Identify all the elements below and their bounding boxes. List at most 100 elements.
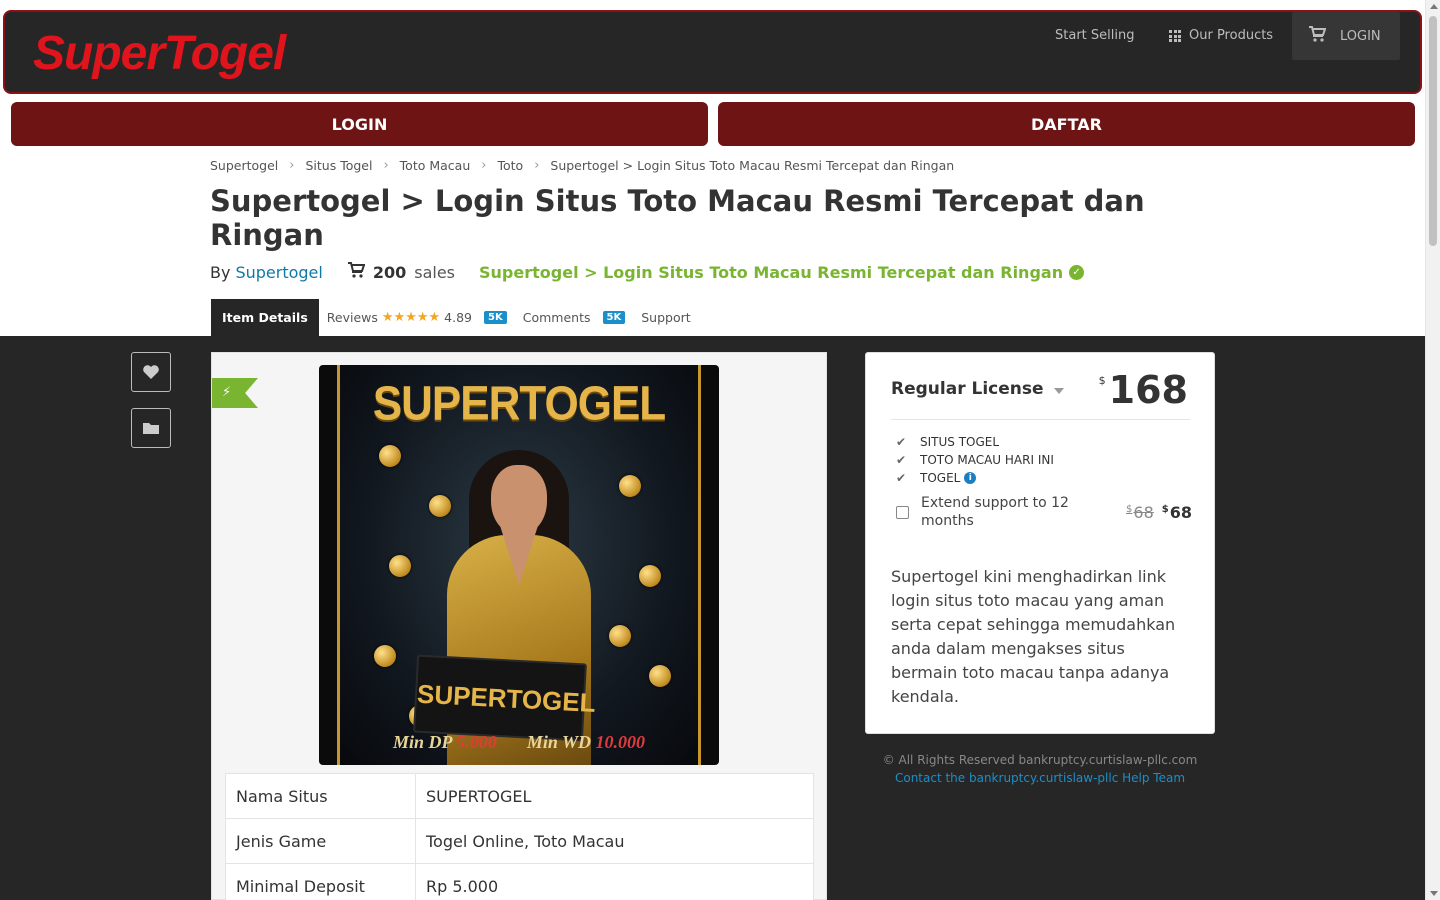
min-dp-value: 5.000 — [456, 732, 497, 752]
folder-icon — [143, 423, 159, 434]
item-tabs: Item Details Reviews ★★★★★ 4.89 5K Comme… — [211, 299, 699, 336]
table-row: Nama Situs SUPERTOGEL — [225, 773, 814, 819]
feature-label: SITUS TOGEL — [920, 435, 1000, 449]
info-icon[interactable]: i — [964, 472, 977, 484]
coin-icon — [649, 665, 671, 687]
reviews-count-badge: 5K — [484, 311, 507, 324]
table-row: Jenis Game Togel Online, Toto Macau — [225, 818, 814, 864]
extend-prices: $68 $68 — [1126, 503, 1192, 522]
comments-count-badge: 5K — [602, 311, 626, 324]
verified-title-text: Supertogel > Login Situs Toto Macau Resm… — [479, 262, 1064, 282]
author-link[interactable]: Supertogel — [235, 263, 322, 282]
table-value: SUPERTOGEL — [415, 773, 814, 819]
top-header: SuperTogel Start Selling Our Products LO… — [3, 10, 1422, 94]
feature-item: ✔ TOGEL i — [896, 469, 1054, 487]
extend-support-row: Extend support to 12 months $68 $68 — [896, 494, 1192, 530]
min-wd-value: 10.000 — [595, 732, 646, 752]
chevron-right-icon: › — [383, 158, 389, 173]
collection-button[interactable] — [131, 408, 171, 448]
min-wd-label: Min WD — [526, 732, 592, 752]
sales-label: sales — [414, 262, 456, 282]
table-key: Minimal Deposit — [225, 863, 416, 900]
check-circle-icon: ✓ — [1069, 264, 1085, 280]
grid-icon — [1169, 30, 1181, 42]
star-rating-icon: ★★★★★ — [381, 310, 441, 325]
coin-icon — [389, 555, 411, 577]
breadcrumb-item[interactable]: Supertogel — [210, 158, 278, 173]
breadcrumb-item[interactable]: Toto Macau — [400, 158, 471, 173]
license-selector[interactable]: Regular License — [891, 379, 1064, 399]
old-price-value: 68 — [1133, 502, 1154, 522]
feature-label: TOTO MACAU HARI INI — [920, 453, 1054, 467]
license-price: $ 168 — [1099, 369, 1188, 411]
feature-item: ✔ SITUS TOGEL — [896, 433, 1054, 451]
coin-icon — [379, 445, 401, 467]
header-login-button[interactable]: LOGIN — [1292, 12, 1400, 60]
coin-icon — [429, 495, 451, 517]
license-name: Regular License — [891, 379, 1044, 399]
rights-text: © All Rights Reserved bankruptcy.curtisl… — [882, 753, 1198, 767]
check-icon: ✔ — [896, 471, 907, 485]
poster-title: SUPERTOGEL — [372, 376, 666, 431]
scroll-up-icon[interactable] — [1430, 4, 1438, 9]
coin-icon — [619, 475, 641, 497]
chevron-right-icon: › — [289, 158, 295, 173]
our-products-link[interactable]: Our Products — [1169, 12, 1273, 60]
by-label: By — [210, 262, 231, 282]
poster-sign: SUPERTOGEL — [413, 654, 597, 742]
rating-value: 4.89 — [444, 310, 473, 325]
extend-support-label: Extend support to 12 months — [921, 495, 1069, 529]
caret-down-icon — [1053, 387, 1064, 394]
poster-figure-face — [491, 465, 547, 535]
tab-item-details[interactable]: Item Details — [211, 299, 319, 336]
sales-number: 200 — [372, 262, 407, 282]
login-button[interactable]: LOGIN — [11, 102, 708, 146]
coin-icon — [639, 565, 661, 587]
scrollbar-thumb[interactable] — [1429, 16, 1437, 246]
page-title: Supertogel > Login Situs Toto Macau Resm… — [210, 184, 1145, 252]
min-dp-label: Min DP — [392, 732, 452, 752]
scroll-down-icon[interactable] — [1430, 891, 1438, 896]
start-selling-link[interactable]: Start Selling — [1055, 12, 1134, 60]
scrollbar[interactable] — [1425, 0, 1440, 900]
poster-footer: Min DP 5.000 Min WD 10.000 — [319, 732, 719, 753]
breadcrumb-item[interactable]: Supertogel > Login Situs Toto Macau Resm… — [550, 158, 954, 173]
breadcrumb: Supertogel › Situs Togel › Toto Macau › … — [210, 158, 954, 173]
check-icon: ✔ — [896, 453, 907, 467]
cart-icon — [347, 262, 366, 282]
verified-title: Supertogel > Login Situs Toto Macau Resm… — [479, 262, 1085, 282]
header-login-label: LOGIN — [1340, 28, 1381, 44]
cart-icon — [1308, 26, 1327, 46]
contact-link[interactable]: Contact the bankruptcy.curtislaw-pllc He… — [865, 769, 1215, 787]
table-key: Nama Situs — [225, 773, 416, 819]
old-price: $68 — [1126, 503, 1154, 522]
our-products-label: Our Products — [1189, 28, 1274, 43]
tab-comments[interactable]: Comments 5K — [515, 310, 633, 325]
chevron-right-icon: › — [534, 158, 540, 173]
min-dp: Min DP 5.000 — [393, 732, 497, 753]
poster-sign-text: SUPERTOGEL — [416, 678, 597, 718]
sales-count: 200 sales — [347, 262, 455, 282]
byline: By Supertogel 200 sales Supertogel > Log… — [210, 262, 1085, 282]
tab-support[interactable]: Support — [633, 310, 698, 325]
tab-reviews[interactable]: Reviews ★★★★★ 4.89 5K — [319, 310, 515, 325]
breadcrumb-item[interactable]: Situs Togel — [305, 158, 372, 173]
breadcrumb-item[interactable]: Toto — [497, 158, 523, 173]
check-icon: ✔ — [896, 435, 907, 449]
favorite-button[interactable] — [131, 352, 171, 392]
coin-icon — [374, 645, 396, 667]
extend-support-checkbox[interactable] — [896, 505, 909, 519]
coin-icon — [609, 625, 631, 647]
currency-symbol: $ — [1098, 374, 1106, 387]
feature-label: TOGEL i — [920, 471, 977, 485]
license-description: Supertogel kini menghadirkan link login … — [891, 567, 1176, 706]
product-poster[interactable]: SUPERTOGEL SUPERTOGEL Min DP 5.000 Min W… — [319, 365, 719, 765]
table-key: Jenis Game — [225, 818, 416, 864]
license-panel: Regular License $ 168 ✔ SITUS TOGEL ✔ TO… — [865, 352, 1215, 734]
daftar-button[interactable]: DAFTAR — [718, 102, 1415, 146]
feature-label-text: TOGEL — [920, 471, 961, 485]
site-logo[interactable]: SuperTogel — [33, 26, 286, 81]
min-wd: Min WD 10.000 — [527, 732, 645, 753]
price-value: 168 — [1108, 368, 1188, 412]
new-price: $68 — [1162, 503, 1192, 522]
